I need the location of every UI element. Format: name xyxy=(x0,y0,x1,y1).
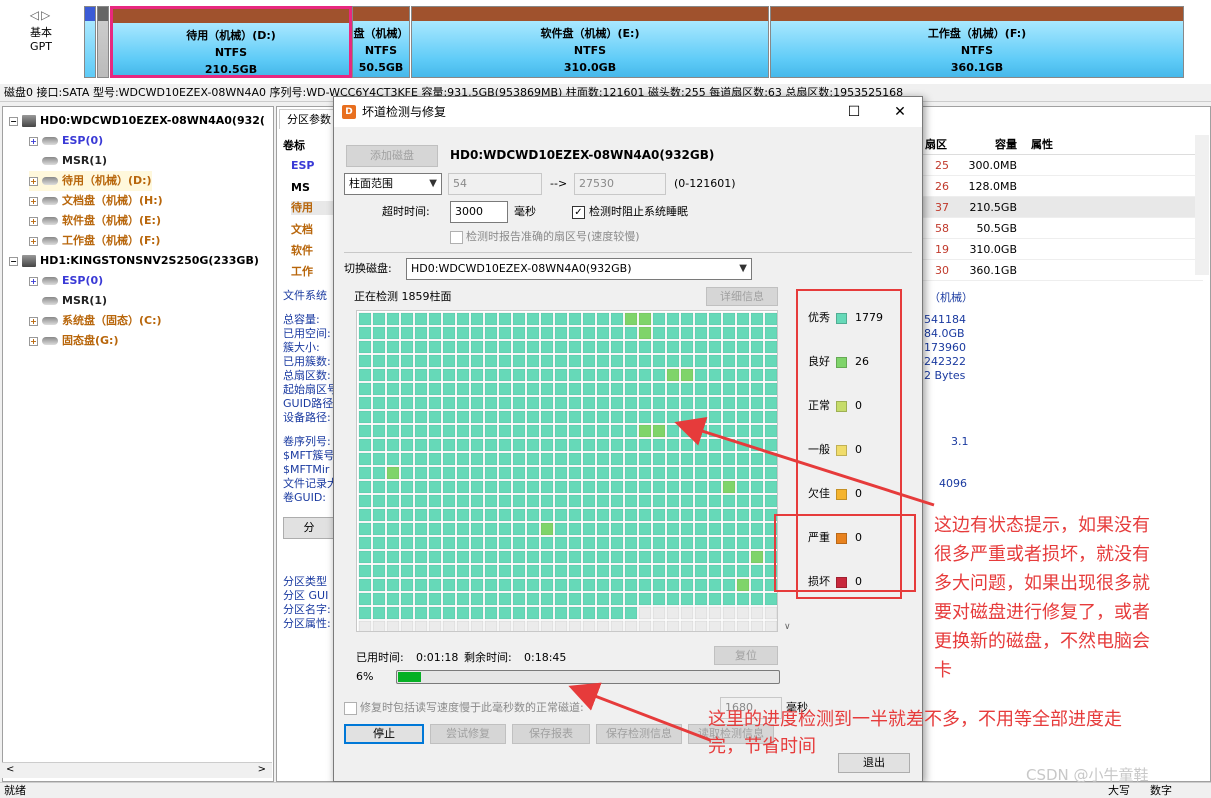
watermark: CSDN @小牛童鞋 xyxy=(1026,766,1149,784)
note-line: 要对磁盘进行修复了，或者 xyxy=(934,602,1150,623)
note-line: 很多严重或者损坏，就没有 xyxy=(934,544,1150,565)
annotation-arrow-1 xyxy=(674,417,935,507)
note-line: 卡 xyxy=(934,660,952,681)
num-indicator: 数字 xyxy=(1150,784,1172,797)
note-line: 多大问题，如果出现很多就 xyxy=(934,573,1150,594)
caps-indicator: 大写 xyxy=(1108,784,1130,797)
annotation-note-1: 这边有状态提示，如果没有 很多严重或者损坏，就没有 多大问题，如果出现很多就 要… xyxy=(934,511,1150,685)
status-text: 就绪 xyxy=(4,784,26,797)
annotation-arrow-2 xyxy=(568,682,711,742)
note-line: 更换新的磁盘，不然电脑会 xyxy=(934,631,1150,652)
annotation-note-2a: 这里的进度检测到一半就差不多，不用等全部进度走 xyxy=(708,709,1122,730)
annotation-note-2b: 完，节省时间 xyxy=(708,736,816,757)
note-line: 这边有状态提示，如果没有 xyxy=(934,515,1150,536)
